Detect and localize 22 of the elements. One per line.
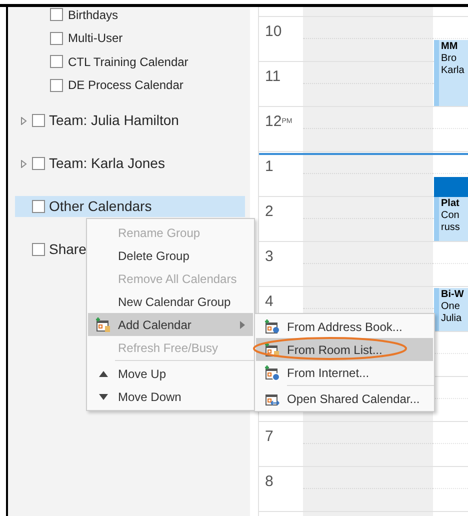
event-detail: Karla: [441, 65, 464, 77]
hour-label: 12$^{PM}$: [265, 113, 292, 130]
hour-label: 10: [265, 23, 282, 40]
event-detail: Con: [441, 210, 460, 222]
group-name: Team: Julia Hamilton: [49, 111, 179, 130]
hour-label: 8: [265, 473, 274, 490]
event-detail: Julia: [441, 313, 463, 325]
hour-label: 2: [265, 203, 274, 220]
hour-label: 1: [265, 158, 274, 175]
event-detail: Bro: [441, 53, 458, 65]
group-name: Share: [49, 240, 86, 259]
hour-label: 4: [265, 293, 274, 310]
event-detail: russ: [441, 222, 460, 234]
group-name: Other Calendars: [49, 197, 152, 216]
event-detail: One: [441, 301, 461, 313]
event-title: Bi-W: [441, 289, 464, 301]
event-title: Plat: [441, 198, 460, 210]
hour-label: 7: [265, 428, 274, 445]
hour-label: 3: [265, 248, 274, 265]
group-name: Team: Karla Jones: [49, 154, 165, 173]
hour-label: 11: [265, 68, 281, 85]
event-title: MM: [441, 41, 459, 53]
